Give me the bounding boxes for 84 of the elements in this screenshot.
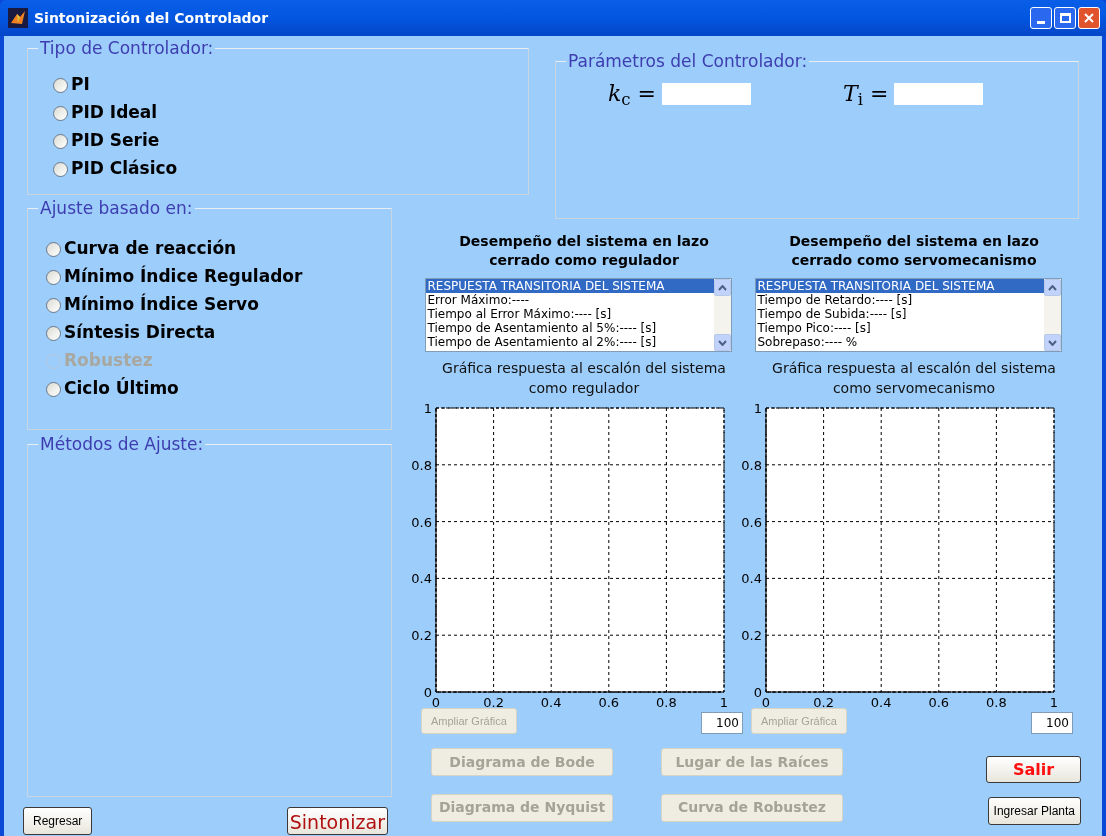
tick-label: 0.4: [870, 695, 892, 710]
button[interactable]: Sintonizar: [286, 807, 388, 835]
option-label: PID Clásico: [71, 157, 178, 181]
group-title: Ajuste basado en:: [38, 197, 195, 219]
tick-label: 0.4: [540, 695, 562, 710]
parameter-field[interactable]: [894, 82, 984, 105]
option-label: Síntesis Directa: [64, 321, 216, 345]
chart-caption: Gráfica respuesta al escalón del sistema como servomecanismo: [771, 359, 1057, 398]
tick-label: 0.6: [741, 514, 762, 530]
tick-label: 0: [431, 695, 441, 710]
option-label: Ciclo Último: [64, 376, 179, 401]
tick-label: 1: [423, 401, 432, 416]
option-label: Curva de reacción: [64, 237, 237, 261]
group-title: Tipo de Controlador:: [38, 37, 216, 59]
parameter-label: k$_{c}$ =: [608, 80, 657, 110]
tick-label: 0.8: [656, 695, 677, 710]
tick-label: 0.8: [986, 695, 1007, 710]
tick-label: 0: [753, 685, 762, 700]
section-heading: Desempeño del sistema en lazo cerrado como regulador: [458, 232, 710, 270]
radio-button[interactable]: [53, 161, 68, 177]
number-field[interactable]: 100: [701, 712, 743, 734]
scroll-down-icon[interactable]: [713, 334, 731, 351]
chart-caption: Gráfica respuesta al escalón del sistema como regulador: [441, 359, 727, 398]
button[interactable]: Ingresar Planta: [987, 797, 1081, 825]
tick-label: 0.2: [483, 695, 504, 710]
list-item[interactable]: RESPUESTA TRANSITORIA DEL SISTEMA: [755, 279, 1044, 293]
scrollbar[interactable]: [713, 279, 731, 351]
tick-label: 0.6: [411, 514, 432, 530]
parameter-field[interactable]: [662, 82, 752, 105]
tick-label: 0: [423, 685, 432, 700]
radio-button[interactable]: [46, 241, 61, 257]
tick-label: 0: [761, 695, 771, 710]
tick-label: 0.4: [741, 571, 762, 587]
list-item[interactable]: RESPUESTA TRANSITORIA DEL SISTEMA: [425, 279, 714, 293]
list-box[interactable]: RESPUESTA TRANSITORIA DEL SISTEMA Tiempo de Retardo:---- [s] Tiempo de Subida:---- [s] Tiempo Pico:---- [s] Sobrepaso:---- %: [754, 278, 1062, 352]
list-item[interactable]: Tiempo al Error Máximo:---- [s]: [425, 307, 714, 321]
list-box[interactable]: RESPUESTA TRANSITORIA DEL SISTEMA Error Máximo:---- Tiempo al Error Máximo:---- [s] Tiempo de Asentamiento al 5%:---- [s] Tiempo de Asentamiento al 2%:---- [s]: [424, 278, 732, 352]
list-item[interactable]: Tiempo de Retardo:---- [s]: [755, 293, 1044, 307]
button[interactable]: Regresar: [23, 807, 93, 835]
tick-label: 0.2: [741, 628, 762, 644]
list-item[interactable]: Sobrepaso:---- %: [755, 335, 1044, 349]
radio-button[interactable]: [46, 297, 61, 313]
parameter-label: T$_{i}$ =: [843, 80, 889, 110]
option-label: Mínimo Índice Regulador: [64, 264, 303, 289]
scroll-up-icon[interactable]: [1043, 279, 1061, 296]
tick-label: 1: [753, 401, 762, 416]
minimize-button[interactable]: [1030, 7, 1052, 29]
radio-button[interactable]: [53, 77, 68, 93]
tick-label: 1: [719, 695, 729, 710]
option-label: Robustez: [64, 349, 153, 373]
list-item[interactable]: Tiempo Pico:---- [s]: [755, 321, 1044, 335]
tick-label: 0.6: [928, 695, 950, 710]
list-item[interactable]: Tiempo de Subida:---- [s]: [755, 307, 1044, 321]
option-label: Mínimo Índice Servo: [64, 292, 259, 317]
list-item[interactable]: Tiempo de Asentamiento al 5%:---- [s]: [425, 321, 714, 335]
close-icon: [1083, 12, 1095, 24]
app-icon: [8, 8, 28, 28]
list-item[interactable]: Error Máximo:----: [425, 293, 714, 307]
tick-label: 0.8: [741, 457, 762, 473]
maximize-button[interactable]: [1054, 7, 1076, 29]
tick-label: 0.6: [598, 695, 620, 710]
option-label: PI: [71, 73, 90, 97]
tick-label: 0.8: [411, 457, 432, 473]
radio-button[interactable]: [53, 105, 68, 121]
button[interactable]: Salir: [986, 756, 1081, 783]
tick-label: 0.4: [411, 571, 432, 587]
scroll-up-icon[interactable]: [713, 279, 731, 296]
radio-button[interactable]: [46, 325, 61, 341]
radio-button[interactable]: [53, 133, 68, 149]
section-heading: Desempeño del sistema en lazo cerrado como servomecanismo: [788, 232, 1040, 270]
close-button[interactable]: [1078, 7, 1100, 29]
list-item[interactable]: Tiempo de Asentamiento al 2%:---- [s]: [425, 335, 714, 349]
scrollbar[interactable]: [1043, 279, 1061, 351]
group-title: Métodos de Ajuste:: [38, 433, 206, 455]
option-label: PID Ideal: [71, 101, 158, 125]
option-label: PID Serie: [71, 129, 160, 153]
tick-label: 1: [1049, 695, 1059, 710]
radio-button[interactable]: [46, 381, 61, 397]
radio-button[interactable]: [46, 269, 61, 285]
scroll-down-icon[interactable]: [1043, 334, 1061, 351]
tick-label: 0.2: [813, 695, 834, 710]
number-field[interactable]: 100: [1031, 712, 1073, 734]
window-title: Sintonización del Controlador: [34, 8, 269, 28]
tick-label: 0.2: [411, 628, 432, 644]
